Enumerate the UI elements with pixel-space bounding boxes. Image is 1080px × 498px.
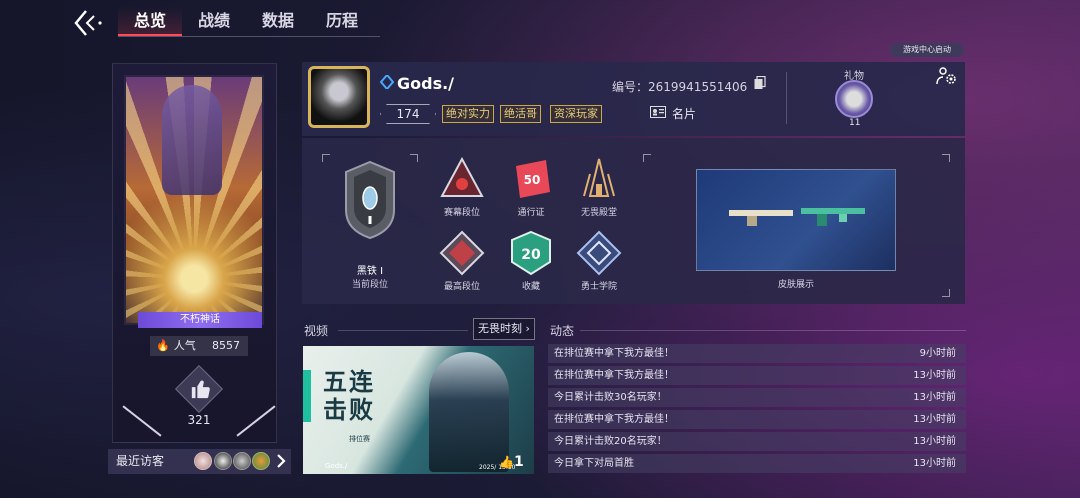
skin-showcase[interactable] xyxy=(696,169,896,271)
thumb-accent-bar xyxy=(303,370,311,422)
tab-record[interactable]: 战绩 xyxy=(182,6,246,36)
tab-overview[interactable]: 总览 xyxy=(118,6,182,36)
collection-icon[interactable]: 20 xyxy=(508,230,554,276)
header-divider xyxy=(786,72,787,124)
corner-bracket xyxy=(942,289,950,297)
tab-history[interactable]: 历程 xyxy=(310,6,374,36)
section-divider xyxy=(338,330,468,331)
feed-section-title: 动态 xyxy=(550,324,575,338)
corner-bracket xyxy=(410,154,418,162)
avatar[interactable] xyxy=(308,66,370,128)
video-like-count: 👍1 xyxy=(499,454,524,470)
feed-item[interactable]: 今日累计击败30名玩家！ 13小时前 xyxy=(548,388,966,407)
current-rank-name: 黑铁 I xyxy=(356,266,384,277)
act-rank-icon[interactable] xyxy=(439,156,485,202)
popularity-box: 🔥 人气 8557 xyxy=(150,336,248,356)
peak-rank-label: 最高段位 xyxy=(443,282,480,292)
battlepass-label: 通行证 xyxy=(517,208,545,218)
video-thumbnail[interactable]: 五连 击败 排位赛 Gods./ 2025/ 13:50 👍1 xyxy=(303,346,534,474)
tag-badge[interactable]: 绝活哥 xyxy=(500,105,541,123)
gift-count: 11 xyxy=(849,118,861,128)
corner-bracket xyxy=(322,154,330,162)
card-art-figure xyxy=(162,85,222,195)
current-rank-label: 当前段位 xyxy=(351,280,388,290)
hall-label: 无畏殿堂 xyxy=(580,208,617,218)
svg-text:20: 20 xyxy=(521,247,541,263)
act-rank-label: 赛幕段位 xyxy=(443,208,480,218)
visitor-avatar[interactable] xyxy=(214,452,232,470)
gift-icon[interactable] xyxy=(835,80,873,118)
tabs-divider xyxy=(118,36,380,37)
feed-item[interactable]: 在排位赛中拿下我方最佳！ 13小时前 xyxy=(548,366,966,385)
video-section-title: 视频 xyxy=(304,324,329,338)
svg-text:50: 50 xyxy=(524,173,541,187)
player-name: Gods./ xyxy=(397,74,455,93)
profile-settings-icon[interactable] xyxy=(936,66,958,86)
visitor-avatar[interactable] xyxy=(233,452,251,470)
tag-badge[interactable]: 资深玩家 xyxy=(550,105,602,123)
visitor-avatar[interactable] xyxy=(252,452,270,470)
iron-rank-icon[interactable] xyxy=(340,160,400,240)
tab-stats[interactable]: 数据 xyxy=(246,6,310,36)
feed-item[interactable]: 在排位赛中拿下我方最佳！ 9小时前 xyxy=(548,344,966,363)
feed-item[interactable]: 在排位赛中拿下我方最佳！ 13小时前 xyxy=(548,410,966,429)
thumbs-up-icon: 👍 xyxy=(499,455,514,469)
feed-item[interactable]: 今日累计击败20名玩家！ 13小时前 xyxy=(548,432,966,451)
popularity-label: 人气 xyxy=(173,339,196,352)
main-tabs: 总览 战绩 数据 历程 xyxy=(118,6,374,38)
chevron-right-icon: › xyxy=(525,322,530,335)
name-card-label[interactable]: 名片 xyxy=(672,105,696,122)
video-character-art xyxy=(429,352,509,472)
back-icon[interactable] xyxy=(72,8,104,38)
thumbs-up-icon xyxy=(191,380,210,399)
game-center-launch-badge: 游戏中心启动 xyxy=(890,43,964,57)
level-badge: 174 xyxy=(380,104,436,124)
visitors-label: 最近访客 xyxy=(116,454,165,468)
player-card-art[interactable] xyxy=(124,75,264,325)
academy-icon[interactable] xyxy=(576,230,622,276)
visitor-avatar[interactable] xyxy=(194,452,212,470)
fire-icon: 🔥 xyxy=(156,339,170,352)
player-title-banner: 不朽神话 xyxy=(138,312,262,328)
copy-icon[interactable] xyxy=(754,76,766,90)
name-card-icon[interactable] xyxy=(650,106,666,118)
like-count: 321 xyxy=(187,413,211,427)
video-moments-link[interactable]: 无畏时刻 › xyxy=(473,318,535,340)
skin-showcase-label: 皮肤展示 xyxy=(777,280,814,290)
chevron-right-icon[interactable] xyxy=(274,452,288,470)
section-divider xyxy=(580,330,966,331)
feed-item[interactable]: 今日拿下对局首胜 13小时前 xyxy=(548,454,966,473)
weapon-skin-image xyxy=(729,208,865,226)
academy-label: 勇士学院 xyxy=(580,282,617,292)
diamond-icon xyxy=(380,75,394,89)
video-thumb-title: 五连 击败 xyxy=(323,368,375,424)
corner-bracket xyxy=(942,154,950,162)
popularity-value: 8557 xyxy=(212,339,240,352)
hall-icon[interactable] xyxy=(576,156,622,202)
tag-badge[interactable]: 绝对实力 xyxy=(442,105,494,123)
video-author: Gods./ xyxy=(325,462,348,470)
corner-bracket xyxy=(643,154,651,162)
player-id: 编号：2619941551406 xyxy=(612,80,748,94)
video-link-label: 无畏时刻 xyxy=(478,322,522,335)
video-thumb-subtitle: 排位赛 xyxy=(349,435,370,443)
collection-label: 收藏 xyxy=(521,282,540,292)
peak-rank-icon[interactable] xyxy=(439,230,485,276)
battlepass-icon[interactable]: 50 xyxy=(508,156,554,202)
